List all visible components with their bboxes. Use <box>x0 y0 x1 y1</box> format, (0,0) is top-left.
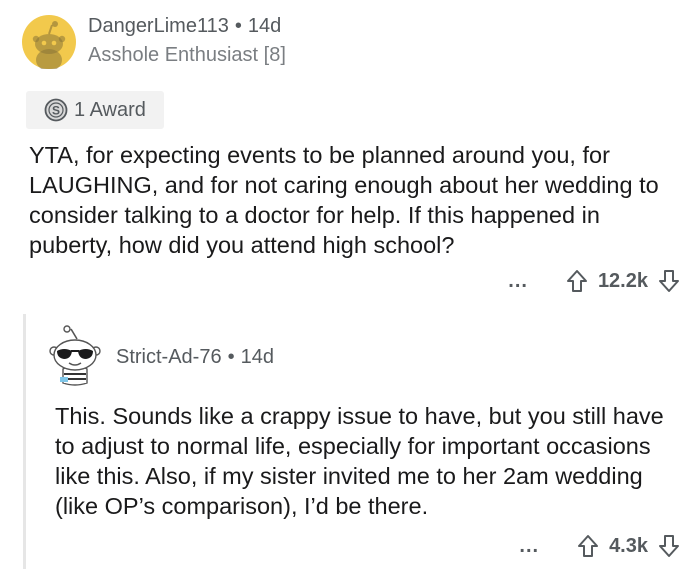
more-options-button[interactable]: ... <box>519 535 539 558</box>
comment-body: YTA, for expecting events to be planned … <box>29 142 659 258</box>
separator-dot: • <box>234 15 242 37</box>
comment-header: DangerLime113 • 14d <box>88 15 281 38</box>
downvote-arrow-icon[interactable] <box>658 534 680 558</box>
comment-actions: ... 12.2k <box>508 266 680 296</box>
downvote-arrow-icon[interactable] <box>658 269 680 293</box>
reply-username[interactable]: Strict-Ad-76 <box>116 346 222 368</box>
award-badge[interactable]: S 1 Award <box>26 91 164 129</box>
thread-line[interactable] <box>23 314 26 569</box>
svg-text:S: S <box>52 104 60 118</box>
reply-time: 14d <box>240 346 274 368</box>
upvote-arrow-icon[interactable] <box>566 269 588 293</box>
reply-header: Strict-Ad-76 • 14d <box>116 346 274 369</box>
reply-user-avatar[interactable] <box>47 325 103 387</box>
vote-score: 12.2k <box>597 269 648 292</box>
reply-body: This. Sounds like a crappy issue to have… <box>55 403 664 519</box>
vote-score: 4.3k <box>609 534 648 557</box>
reply-actions: ... 4.3k <box>519 531 680 561</box>
comment-username[interactable]: DangerLime113 <box>88 15 229 37</box>
separator-dot: • <box>227 346 235 368</box>
upvote-arrow-icon[interactable] <box>577 534 599 558</box>
user-flair: Asshole Enthusiast [8] <box>88 44 286 66</box>
award-label: 1 Award <box>74 98 146 121</box>
more-options-button[interactable]: ... <box>508 270 528 293</box>
user-avatar[interactable] <box>22 15 76 71</box>
comment-time: 14d <box>247 15 282 37</box>
silver-award-icon: S <box>44 98 68 122</box>
